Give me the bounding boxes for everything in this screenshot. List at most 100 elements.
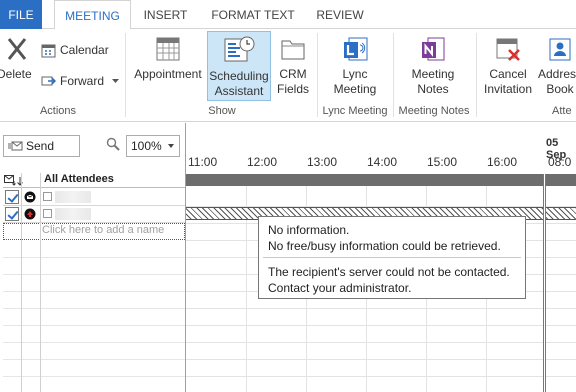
crm-fields-button[interactable]: CRM Fields [273,35,313,101]
time-label: 16:00 [487,155,518,169]
group-label-meeting-notes: Meeting Notes [398,105,470,117]
meeting-notes-button[interactable]: Meeting Notes [402,35,464,101]
tab-review[interactable]: REVIEW [311,0,369,29]
scheduling-assistant-button[interactable]: Scheduling Assistant [207,31,271,101]
attendee-row[interactable] [3,206,185,223]
appointment-button[interactable]: Appointment [131,35,205,95]
appointment-calendar-icon [156,37,180,61]
add-name-placeholder[interactable]: Click here to add a name [42,224,164,236]
onenote-icon [422,37,445,61]
send-label: Send [26,139,55,153]
calendar-button[interactable]: Calendar [41,40,113,60]
zoom-value: 100% [131,139,162,153]
time-label: 08:0 [548,155,572,169]
organizer-icon [24,191,36,203]
address-book-label-2: Book [546,82,574,96]
day-separator [543,174,546,392]
all-attendees-label: All Attendees [44,173,114,185]
cancel-invitation-label-2: Invitation [483,82,533,96]
grid-line [3,359,185,360]
grid-line [3,325,185,326]
tab-insert[interactable]: INSERT [138,0,193,29]
tooltip-line: No information. [268,223,350,237]
row-gridline [186,325,576,326]
tab-file[interactable]: FILE [0,0,42,29]
tooltip-line: The recipient's server could not be cont… [268,265,510,279]
envelope-status-icon [4,175,16,186]
row-gridline [186,308,576,309]
send-button[interactable]: Send [3,135,80,157]
time-label: 15:00 [427,155,458,169]
address-book-button[interactable]: Address Book [536,35,576,101]
scheduling-assistant-icon [224,36,255,62]
attendee-checkbox[interactable] [5,190,19,204]
add-attendee-row[interactable]: Click here to add a name [3,223,185,240]
grid-line [3,342,185,343]
cancel-invitation-label-1: Cancel [489,67,527,81]
group-separator [476,33,477,117]
group-label-attendees: Atte [552,105,572,117]
attendee-name-redacted [55,191,91,203]
chevron-down-icon [112,79,119,83]
meeting-notes-label-2: Notes [417,82,449,96]
time-label: 11:00 [188,155,218,169]
attendee-header-row: All Attendees [3,173,185,188]
row-gridline [186,376,576,377]
address-book-label-1: Address [537,67,576,81]
ribbon-tab-bar: FILE MEETING INSERT FORMAT TEXT REVIEW [0,0,576,30]
response-status-box [43,192,52,201]
sort-arrow-icon [17,177,23,186]
lync-icon [344,37,368,61]
calendar-icon [41,44,56,58]
lync-meeting-button[interactable]: Lync Meeting [322,35,388,101]
tooltip-line: Contact your administrator. [268,281,412,295]
forward-icon [41,76,56,86]
time-label: 14:00 [367,155,398,169]
group-label-actions: Actions [39,105,77,117]
free-busy-tooltip: No information. No free/busy information… [258,216,526,299]
attendee-name-redacted [55,208,91,220]
lync-meeting-label-1: Lync [342,67,368,81]
group-label-lync: Lync Meeting [322,105,388,117]
cancel-calendar-icon [496,38,520,61]
all-attendees-busy-bar [186,174,576,186]
send-icon [8,141,23,151]
chevron-down-icon [168,144,174,148]
crm-fields-label-2: Fields [276,82,309,96]
forward-button[interactable]: Forward [41,71,121,91]
address-book-icon [549,38,571,61]
appointment-label: Appointment [134,67,202,81]
response-status-box [43,209,52,218]
row-gridline [186,342,576,343]
scheduling-assistant-label-1: Scheduling [209,69,269,83]
attendee-list-pane: Send 100% All Attendees Click here to ad… [0,123,185,392]
calendar-label: Calendar [60,43,109,57]
delete-label: Delete [0,67,32,81]
magnifier-icon[interactable] [106,137,120,152]
scheduling-assistant-label-2: Assistant [214,84,264,98]
group-separator [393,33,394,117]
attendee-checkbox[interactable] [5,207,19,221]
grid-line [3,291,185,292]
row-gridline [186,359,576,360]
column-divider [40,173,41,392]
delete-button[interactable]: Delete [0,35,34,95]
zoom-dropdown[interactable]: 100% [126,135,180,157]
meeting-notes-label-1: Meeting [411,67,455,81]
attendee-row[interactable] [3,189,185,206]
grid-line [3,308,185,309]
column-divider [21,173,22,392]
time-label: 12:00 [247,155,278,169]
tab-meeting[interactable]: MEETING [54,0,131,30]
folder-icon [281,40,305,60]
cancel-invitation-button[interactable]: Cancel Invitation [480,35,536,101]
forward-label: Forward [60,74,105,88]
grid-line [3,376,185,377]
tooltip-line: No free/busy information could be retrie… [268,239,501,253]
tab-format-text[interactable]: FORMAT TEXT [201,0,305,29]
scheduling-assistant-pane: Send 100% All Attendees Click here to ad… [0,123,576,392]
tooltip-divider [263,257,521,258]
group-label-show: Show [208,105,236,117]
required-attendee-icon [24,208,36,220]
lync-meeting-label-2: Meeting [333,82,377,96]
